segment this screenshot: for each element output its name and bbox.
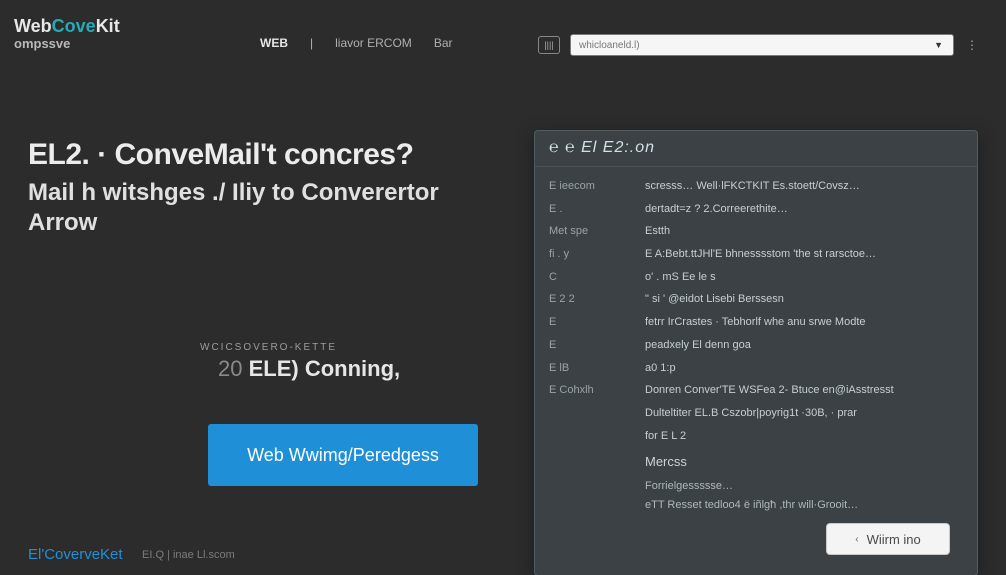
dropdown-value: whicloaneld.l) — [579, 40, 640, 51]
insp-key: E ieecom — [549, 177, 629, 196]
inspector-subheader: Mercss — [645, 451, 963, 473]
footer-brand[interactable]: El'CoverveKet — [28, 546, 123, 563]
mid-prefix: 20 — [218, 356, 242, 381]
headline-h1: EL2. · ConveMail't concres? — [28, 138, 498, 172]
chevron-left-icon: ‹ — [855, 534, 858, 545]
insp-val: Dulteltiter EL.B Cszobr|poyrig1t ·30B, ·… — [645, 404, 963, 423]
insp-row: for E L 2 — [549, 427, 963, 446]
insp-val: dertadt=z ? 2.Correerethite… — [645, 200, 963, 219]
insp-val: E A:Bebt.ttJHl'E bhnesssstom 'the st rar… — [645, 245, 963, 264]
insp-key: E 2 2 — [549, 290, 629, 309]
mid-title: 20 ELE) Conning, — [218, 356, 400, 382]
primary-cta-button[interactable]: Web Wwimg/Peredgess — [208, 424, 478, 486]
insp-val: Estth — [645, 222, 963, 241]
inspector-panel: ℮ ℮ El E2:.on E ieecom scresss… Well·lFKC… — [534, 130, 978, 575]
logo-subline: ompssve — [14, 34, 120, 54]
insp-key: E lB — [549, 359, 629, 378]
insp-row: Met spe Estth — [549, 222, 963, 241]
nav-bar[interactable]: Bar — [434, 36, 453, 50]
inspector-tail-line: eTT Resset tedloo4 ё iñlgħ ,thr will·Gro… — [645, 496, 963, 515]
insp-row: E . dertadt=z ? 2.Correerethite… — [549, 200, 963, 219]
nav-web[interactable]: WEB — [260, 36, 288, 50]
insp-key: E — [549, 336, 629, 355]
insp-key: E Cohxlh — [549, 381, 629, 400]
insp-val: scresss… Well·lFKCTKIT Es.stoett/Covsz… — [645, 177, 963, 196]
logo-part3: Kit — [96, 16, 120, 36]
insp-row: E ieecom scresss… Well·lFKCTKIT Es.stoett… — [549, 177, 963, 196]
headline-block: EL2. · ConveMail't concres? Mail h witsh… — [28, 138, 498, 238]
insp-row: E Cohxlh Donren Conver'TE WSFea 2- Btuce … — [549, 381, 963, 400]
nav-pipe: | — [310, 36, 313, 50]
insp-val: a0 1:p — [645, 359, 963, 378]
inspector-title: ℮ ℮ El E2:.on — [535, 131, 977, 167]
top-nav: WEB | liavor ERCOM Bar — [260, 36, 453, 50]
insp-key: E — [549, 313, 629, 332]
insp-row: E 2 2 " si ' @eidot Lisebi Berssesn — [549, 290, 963, 309]
nav-ercom[interactable]: liavor ERCOM — [335, 36, 412, 50]
headline-h2: Mail h witshges ./ Iliy to Converertor A… — [28, 178, 498, 238]
insp-key — [549, 427, 629, 446]
top-right-controls: |||| whicloaneld.l) ▼ ⋮ — [538, 34, 980, 56]
headline-h2b: Arrow — [28, 209, 97, 236]
grid-icon[interactable]: |||| — [538, 36, 560, 54]
insp-row: E fetrr IrCrastes · Tebhorlf whe anu srw… — [549, 313, 963, 332]
bottom-right-button[interactable]: ‹ Wiirm ino — [826, 523, 950, 555]
insp-key: E . — [549, 200, 629, 219]
headline-h2a: Mail h witshges ./ Iliy to Converertor — [28, 179, 439, 206]
insp-row: Dulteltiter EL.B Cszobr|poyrig1t ·30B, ·… — [549, 404, 963, 423]
insp-val: peadxely El denn goa — [645, 336, 963, 355]
insp-row: E lB a0 1:p — [549, 359, 963, 378]
top-dropdown[interactable]: whicloaneld.l) ▼ — [570, 34, 954, 56]
insp-val: " si ' @eidot Lisebi Berssesn — [645, 290, 963, 309]
inspector-tail-line: Forrielgessssse… — [645, 477, 963, 496]
insp-key: ﬁ . y — [549, 245, 629, 264]
chevron-down-icon: ▼ — [934, 40, 943, 50]
footer-sub: EI.Q | inae Ll.scom — [142, 549, 235, 561]
insp-key: Met spe — [549, 222, 629, 241]
insp-row: ﬁ . y E A:Bebt.ttJHl'E bhnesssstom 'the s… — [549, 245, 963, 264]
logo-part1: Web — [14, 16, 52, 36]
mid-caption: WCICSOVERO-KETTE — [200, 342, 337, 353]
insp-val: fetrr IrCrastes · Tebhorlf whe anu srwe … — [645, 313, 963, 332]
kebab-menu[interactable]: ⋮ — [964, 38, 980, 52]
inspector-body: E ieecom scresss… Well·lFKCTKIT Es.stoett… — [535, 167, 977, 525]
insp-key: C — [549, 268, 629, 287]
mid-main: ELE) Conning, — [242, 356, 400, 381]
insp-val: Donren Conver'TE WSFea 2- Btuce en@iAsst… — [645, 381, 963, 400]
app-logo: WebCoveKit ompssve — [14, 16, 120, 54]
insp-key — [549, 404, 629, 423]
insp-val: o' . mS Ee le s — [645, 268, 963, 287]
insp-row: Epeadxely El denn goa — [549, 336, 963, 355]
main-area: EL2. · ConveMail't concres? Mail h witsh… — [0, 56, 1006, 575]
top-strip: WebCoveKit ompssve WEB | liavor ERCOM Ba… — [0, 0, 1006, 56]
br-btn-label: Wiirm ino — [867, 532, 921, 547]
insp-val-link[interactable]: for E L 2 — [645, 427, 963, 446]
insp-row: Co' . mS Ee le s — [549, 268, 963, 287]
logo-part2: Cove — [52, 16, 96, 36]
